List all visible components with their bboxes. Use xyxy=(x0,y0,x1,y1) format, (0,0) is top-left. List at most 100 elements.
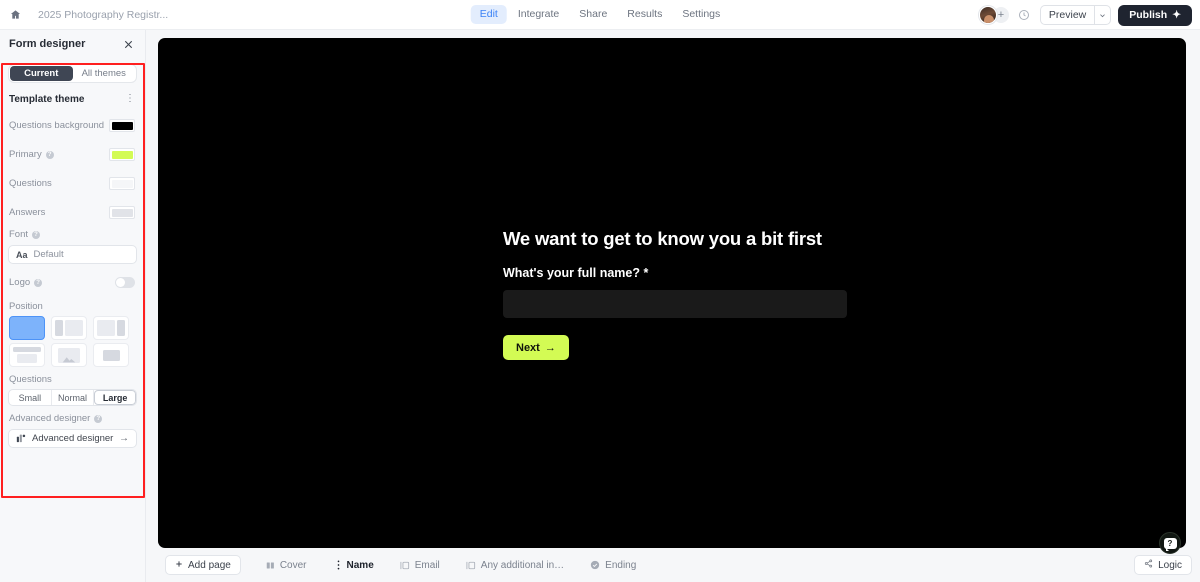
logo-toggle[interactable] xyxy=(115,277,135,288)
close-icon[interactable] xyxy=(121,37,135,51)
position-label: Position xyxy=(9,301,43,312)
form-heading: We want to get to know you a bit first xyxy=(503,228,822,249)
size-large[interactable]: Large xyxy=(94,390,136,405)
page-tab-cover[interactable]: Cover xyxy=(259,555,314,575)
kebab-menu-icon[interactable]: ⋮ xyxy=(125,94,135,104)
required-mark: * xyxy=(643,266,649,280)
page-tab-label: Any additional in… xyxy=(480,559,565,571)
page-tab-label: Name xyxy=(346,559,374,571)
tab-edit[interactable]: Edit xyxy=(470,4,507,25)
swatch-questions[interactable] xyxy=(109,177,135,190)
template-theme-row: Template theme ⋮ xyxy=(0,87,145,111)
form-designer-sidebar: Form designer Current All themes Templat… xyxy=(0,30,146,582)
tab-settings[interactable]: Settings xyxy=(673,5,729,25)
panel-header: Form designer xyxy=(0,30,145,58)
preview-button[interactable]: Preview xyxy=(1039,5,1095,25)
cover-icon xyxy=(266,561,275,570)
advanced-designer-label: Advanced designer ? xyxy=(0,413,145,424)
position-right-panel-tile[interactable] xyxy=(93,316,129,340)
property-answers[interactable]: Answers xyxy=(0,198,145,227)
tab-all-themes[interactable]: All themes xyxy=(73,66,136,81)
check-circle-icon xyxy=(590,560,600,570)
publish-label: Publish xyxy=(1129,9,1168,21)
arrow-right-icon: → xyxy=(119,433,129,444)
field-icon xyxy=(400,561,410,570)
help-glyph: ? xyxy=(1163,537,1177,551)
publish-button[interactable]: Publish ✦ xyxy=(1118,4,1192,26)
home-icon[interactable] xyxy=(0,0,30,30)
clock-icon[interactable] xyxy=(1016,7,1033,24)
template-theme-title: Template theme xyxy=(9,93,85,105)
drag-handle-icon[interactable] xyxy=(335,560,342,570)
question-size-group: Small Normal Large xyxy=(8,389,137,406)
page-tab-ending[interactable]: Ending xyxy=(583,555,643,575)
label-answers: Answers xyxy=(9,207,46,218)
swatch-answers[interactable] xyxy=(109,206,135,219)
top-bar: 2025 Photography Registr... Edit Integra… xyxy=(0,0,1200,30)
preview-group: Preview xyxy=(1039,5,1112,25)
page-tab-label: Cover xyxy=(279,559,307,571)
full-name-input[interactable] xyxy=(503,290,847,318)
position-full-tile[interactable] xyxy=(9,316,45,340)
property-primary[interactable]: Primary ? xyxy=(0,140,145,169)
question-text: What's your full name? xyxy=(503,266,641,280)
main-tabs: Edit Integrate Share Results Settings xyxy=(470,4,730,25)
swatch-color xyxy=(111,179,133,188)
avatar[interactable] xyxy=(978,6,997,24)
font-label-text: Font xyxy=(9,229,29,240)
position-image-tile[interactable] xyxy=(51,343,87,367)
tab-share[interactable]: Share xyxy=(570,5,616,25)
font-selector[interactable]: Aa Default xyxy=(8,245,137,264)
label-questions-background: Questions background xyxy=(9,120,105,131)
position-left-panel-tile[interactable] xyxy=(51,316,87,340)
info-icon[interactable]: ? xyxy=(94,414,103,423)
tab-integrate[interactable]: Integrate xyxy=(509,5,568,25)
property-questions-background[interactable]: Questions background xyxy=(0,111,145,140)
next-button[interactable]: Next → xyxy=(503,335,569,360)
swatch-primary[interactable] xyxy=(109,148,135,161)
font-value: Default xyxy=(33,249,64,260)
page-tab-additional[interactable]: Any additional in… xyxy=(459,555,571,575)
property-questions[interactable]: Questions xyxy=(0,169,145,198)
info-icon[interactable]: ? xyxy=(34,278,43,287)
info-icon[interactable]: ? xyxy=(32,230,41,239)
form-question: What's your full name? * xyxy=(503,266,863,280)
avatar-group[interactable]: + xyxy=(978,6,1009,24)
palette-icon xyxy=(16,430,26,448)
swatch-color xyxy=(111,121,133,130)
size-normal[interactable]: Normal xyxy=(52,390,95,405)
swatch-questions-background[interactable] xyxy=(109,119,135,132)
panel-title: Form designer xyxy=(9,38,86,50)
tab-results[interactable]: Results xyxy=(618,5,671,25)
questions-size-label: Questions xyxy=(9,374,52,385)
field-icon xyxy=(466,561,476,570)
plus-icon xyxy=(175,560,183,571)
position-top-panel-tile[interactable] xyxy=(9,343,45,367)
label-primary: Primary ? xyxy=(9,149,54,160)
position-center-tile[interactable] xyxy=(93,343,129,367)
label-primary-text: Primary xyxy=(9,149,42,160)
add-page-label: Add page xyxy=(188,559,231,571)
arrow-right-icon: → xyxy=(544,341,556,354)
page-tab-email[interactable]: Email xyxy=(393,555,447,575)
advanced-designer-button[interactable]: Advanced designer → xyxy=(8,429,137,448)
logic-button[interactable]: Logic xyxy=(1134,555,1192,575)
top-right-controls: + Preview Publish ✦ xyxy=(978,0,1192,30)
sparkle-icon: ✦ xyxy=(1172,9,1181,21)
logic-label: Logic xyxy=(1158,559,1182,571)
swatch-color xyxy=(111,208,133,217)
swatch-color xyxy=(111,150,133,159)
label-questions: Questions xyxy=(9,178,52,189)
add-page-button[interactable]: Add page xyxy=(165,555,241,575)
logic-icon xyxy=(1144,559,1153,571)
logo-row: Logo ? xyxy=(0,268,145,297)
help-icon[interactable]: ? xyxy=(1159,532,1181,554)
tab-current-theme[interactable]: Current xyxy=(10,66,73,81)
page-tab-name[interactable]: Name xyxy=(328,555,381,575)
document-title[interactable]: 2025 Photography Registr... xyxy=(38,9,168,21)
size-small[interactable]: Small xyxy=(9,390,52,405)
info-icon[interactable]: ? xyxy=(45,150,54,159)
chevron-down-icon[interactable] xyxy=(1094,5,1112,25)
page-tab-label: Email xyxy=(414,559,440,571)
form-block: We want to get to know you a bit first W… xyxy=(503,228,863,360)
